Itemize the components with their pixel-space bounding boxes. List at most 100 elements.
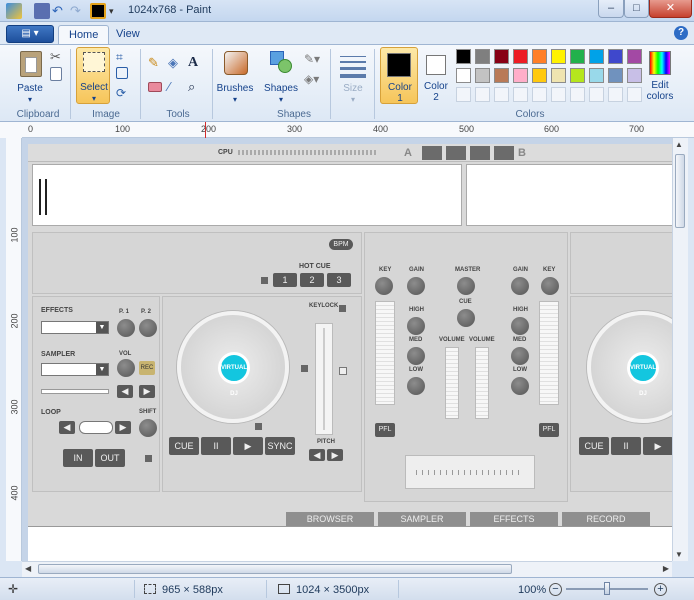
med-knob-left[interactable]	[407, 347, 425, 365]
palette-swatch[interactable]	[551, 68, 566, 83]
palette-swatch[interactable]	[551, 49, 566, 64]
edit-colors-button[interactable]: Edit colors	[644, 49, 676, 103]
save-icon[interactable]	[34, 3, 50, 19]
pause-button[interactable]: II	[201, 437, 231, 455]
sync-button[interactable]: SYNC	[265, 437, 295, 455]
palette-swatch[interactable]	[608, 49, 623, 64]
effects-dropdown[interactable]: ▼	[41, 321, 109, 334]
loop-prev-button[interactable]: ◀	[59, 421, 75, 434]
paste-button[interactable]: Paste ▾	[12, 49, 48, 104]
palette-empty-swatch[interactable]	[475, 87, 490, 102]
crossfader[interactable]	[405, 455, 535, 489]
palette-swatch[interactable]	[589, 68, 604, 83]
palette-swatch[interactable]	[456, 68, 471, 83]
cue-button[interactable]: CUE	[169, 437, 199, 455]
sampler-next-button[interactable]: ▶	[139, 385, 155, 398]
palette-swatch[interactable]	[532, 49, 547, 64]
med-knob-right[interactable]	[511, 347, 529, 365]
maximize-button[interactable]: □	[624, 0, 649, 18]
color-quick-icon[interactable]	[90, 3, 106, 19]
rotate-icon[interactable]: ⟳	[116, 85, 132, 101]
palette-empty-swatch[interactable]	[608, 87, 623, 102]
palette-empty-swatch[interactable]	[589, 87, 604, 102]
palette-empty-swatch[interactable]	[627, 87, 642, 102]
palette-swatch[interactable]	[627, 68, 642, 83]
right-pause-button[interactable]: II	[611, 437, 641, 455]
palette-empty-swatch[interactable]	[456, 87, 471, 102]
minimize-button[interactable]: –	[598, 0, 624, 18]
sampler-tab[interactable]: SAMPLER	[378, 512, 466, 526]
record-tab[interactable]: RECORD	[562, 512, 650, 526]
color2-button[interactable]: Color 2	[420, 47, 452, 104]
fill-shape-icon[interactable]: ◈▾	[304, 71, 320, 87]
zoom-slider-thumb[interactable]	[604, 582, 610, 595]
pfl-button-left[interactable]: PFL	[375, 423, 395, 437]
text-icon[interactable]: A	[188, 55, 204, 71]
file-menu-button[interactable]: ▤ ▾	[6, 25, 54, 43]
paint-app-icon[interactable]	[6, 3, 22, 19]
crop-icon[interactable]: ⌗	[116, 49, 132, 65]
horizontal-scrollbar[interactable]: ◀ ▶	[22, 561, 672, 577]
canvas-area[interactable]: CPU A B BPM HOT CUE 1 2 3 EFFECTS P. 1 P…	[22, 138, 672, 561]
palette-swatch[interactable]	[475, 68, 490, 83]
tab-view[interactable]: View	[106, 25, 150, 45]
palette-swatch[interactable]	[627, 49, 642, 64]
sampler-prev-button[interactable]: ◀	[117, 385, 133, 398]
pitch-up-button[interactable]: ▶	[327, 449, 343, 461]
gain-knob-right[interactable]	[511, 277, 529, 295]
palette-swatch[interactable]	[532, 68, 547, 83]
palette-empty-swatch[interactable]	[570, 87, 585, 102]
hot-cue-button-2[interactable]: 2	[300, 273, 324, 287]
volume-fader-left[interactable]	[445, 347, 459, 419]
palette-swatch[interactable]	[456, 49, 471, 64]
p2-knob[interactable]	[139, 319, 157, 337]
shapes-button[interactable]: Shapes ▾	[262, 49, 300, 104]
loop-out-button[interactable]: OUT	[95, 449, 125, 467]
scroll-up-icon[interactable]: ▲	[675, 140, 683, 149]
effects-tab[interactable]: EFFECTS	[470, 512, 558, 526]
select-button[interactable]: Select ▾	[76, 47, 110, 104]
tab-home[interactable]: Home	[58, 25, 110, 45]
right-play-button[interactable]: ▶	[643, 437, 672, 455]
loop-next-button[interactable]: ▶	[115, 421, 131, 434]
palette-empty-swatch[interactable]	[494, 87, 509, 102]
shift-knob[interactable]	[139, 419, 157, 437]
low-knob-right[interactable]	[511, 377, 529, 395]
scroll-right-icon[interactable]: ▶	[663, 564, 669, 573]
customize-quick-access-icon[interactable]: ▾	[109, 3, 125, 19]
key-knob-left[interactable]	[375, 277, 393, 295]
sampler-vol-knob[interactable]	[117, 359, 135, 377]
hot-cue-button-1[interactable]: 1	[273, 273, 297, 287]
vertical-scrollbar[interactable]: ▲ ▼	[672, 138, 688, 561]
zoom-out-icon[interactable]: −	[549, 583, 562, 596]
palette-swatch[interactable]	[589, 49, 604, 64]
palette-swatch[interactable]	[475, 49, 490, 64]
resize-icon[interactable]	[116, 67, 128, 79]
scroll-left-icon[interactable]: ◀	[25, 564, 31, 573]
loop-in-button[interactable]: IN	[63, 449, 93, 467]
scroll-down-icon[interactable]: ▼	[675, 550, 683, 559]
zoom-in-icon[interactable]: +	[654, 583, 667, 596]
canvas-image[interactable]: CPU A B BPM HOT CUE 1 2 3 EFFECTS P. 1 P…	[28, 144, 672, 561]
magnifier-icon[interactable]: ⌕	[188, 79, 204, 95]
sampler-slider[interactable]	[41, 389, 109, 394]
palette-empty-swatch[interactable]	[551, 87, 566, 102]
horizontal-scroll-thumb[interactable]	[38, 564, 512, 574]
brushes-button[interactable]: Brushes ▾	[216, 49, 254, 104]
master-knob[interactable]	[457, 277, 475, 295]
palette-swatch[interactable]	[608, 68, 623, 83]
play-button[interactable]: ▶	[233, 437, 263, 455]
p1-knob[interactable]	[117, 319, 135, 337]
palette-empty-swatch[interactable]	[513, 87, 528, 102]
pitch-reset-icon[interactable]	[339, 367, 347, 375]
vertical-scroll-thumb[interactable]	[675, 154, 685, 228]
palette-swatch[interactable]	[513, 49, 528, 64]
high-knob-left[interactable]	[407, 317, 425, 335]
color-picker-icon[interactable]: ⁄	[168, 79, 184, 95]
rec-button[interactable]: REC	[139, 361, 155, 375]
copy-icon[interactable]	[50, 67, 62, 81]
undo-icon[interactable]: ↶	[52, 3, 68, 19]
volume-fader-right[interactable]	[475, 347, 489, 419]
zoom-slider[interactable]	[566, 582, 648, 595]
gain-knob-left[interactable]	[407, 277, 425, 295]
